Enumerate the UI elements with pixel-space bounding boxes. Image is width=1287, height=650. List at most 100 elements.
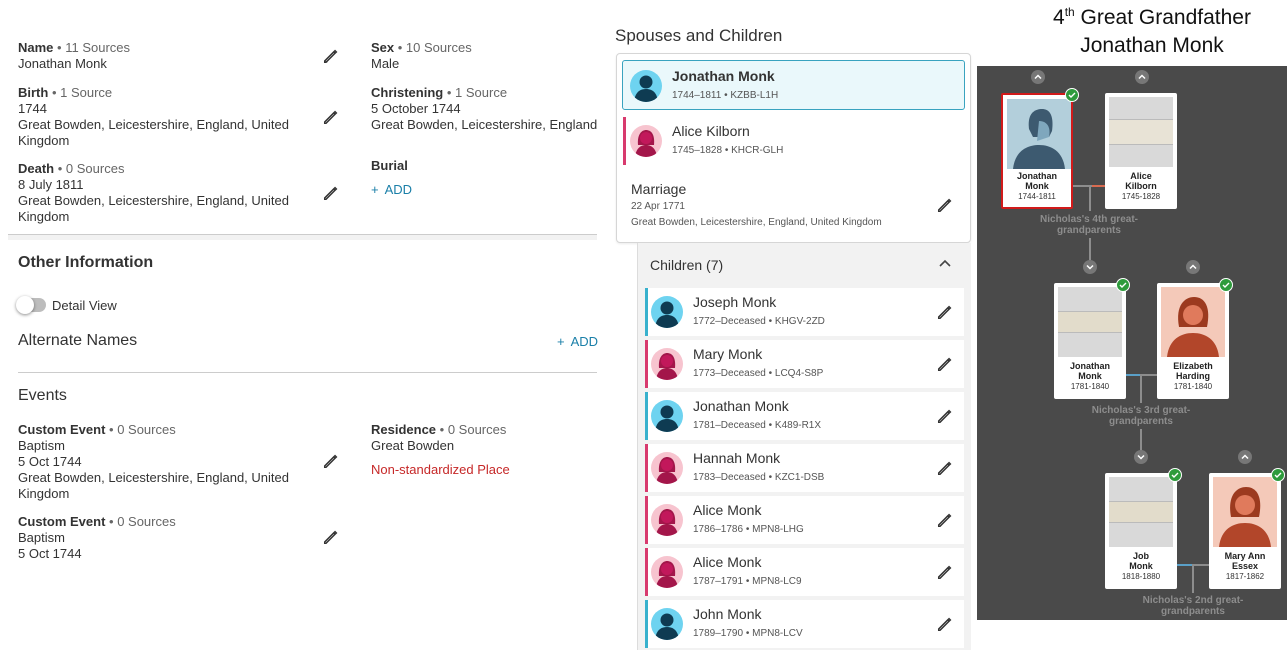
- card-first-name: Job: [1132, 551, 1149, 561]
- edit-event-1-pencil-icon[interactable]: [322, 452, 340, 470]
- collapse-down-icon[interactable]: [1134, 450, 1148, 464]
- child-name[interactable]: Joseph Monk: [693, 294, 825, 311]
- child-person[interactable]: Mary Monk 1773–Deceased • LCQ4-S8P: [651, 346, 823, 381]
- card-first-name: Elizabeth: [1173, 361, 1213, 371]
- source-count[interactable]: • 0 Sources: [440, 422, 507, 437]
- record-hint-icon[interactable]: [1116, 278, 1130, 292]
- tree-card-job-monk[interactable]: Job Monk 1818-1880: [1105, 473, 1177, 589]
- child-person[interactable]: Alice Monk 1787–1791 • MPN8-LC9: [651, 554, 802, 589]
- event-date: 5 Oct 1744: [18, 546, 82, 561]
- edit-death-pencil-icon[interactable]: [322, 184, 340, 202]
- child-person[interactable]: Alice Monk 1786–1786 • MPN8-LHG: [651, 502, 804, 537]
- child-person[interactable]: John Monk 1789–1790 • MPN8-LCV: [651, 606, 803, 641]
- event-label: Custom Event: [18, 514, 106, 529]
- child-name[interactable]: Mary Monk: [693, 346, 823, 363]
- female-indicator-bar: [645, 444, 648, 492]
- source-count[interactable]: • 0 Sources: [109, 422, 176, 437]
- card-name: Mary Ann Essex: [1209, 551, 1281, 571]
- husband-name[interactable]: Jonathan Monk: [672, 68, 778, 85]
- card-years: 1745-1828: [1121, 192, 1161, 201]
- edit-child-pencil-icon[interactable]: [936, 355, 954, 373]
- female-avatar-icon: [651, 347, 683, 380]
- child-name[interactable]: Hannah Monk: [693, 450, 824, 467]
- marriage-title: Marriage: [631, 181, 687, 197]
- generation-label-line1: Nicholas's 2nd great-: [1142, 595, 1244, 606]
- child-name[interactable]: Jonathan Monk: [693, 398, 821, 415]
- edit-child-pencil-icon[interactable]: [936, 459, 954, 477]
- collapse-chevron-up-icon[interactable]: [937, 256, 953, 272]
- children-heading[interactable]: Children (7): [650, 257, 723, 273]
- source-count[interactable]: • 1 Source: [447, 85, 507, 100]
- tree-card-jonathan-monk-1744[interactable]: Jonathan Monk 1744-1811: [1001, 93, 1073, 209]
- wife-name[interactable]: Alice Kilborn: [672, 123, 783, 140]
- child-row[interactable]: Jonathan Monk 1781–Deceased • K489-R1X: [645, 392, 964, 440]
- tree-card-jonathan-monk-1781[interactable]: Jonathan Monk 1781-1840: [1054, 283, 1126, 399]
- child-person[interactable]: Jonathan Monk 1781–Deceased • K489-R1X: [651, 398, 821, 433]
- child-name[interactable]: John Monk: [693, 606, 803, 623]
- card-years: 1781-1840: [1173, 382, 1213, 391]
- child-row[interactable]: Mary Monk 1773–Deceased • LCQ4-S8P: [645, 340, 964, 388]
- marriage-date: 22 Apr 1771: [631, 201, 685, 212]
- expand-up-icon[interactable]: [1238, 450, 1252, 464]
- record-hint-icon[interactable]: [1219, 278, 1233, 292]
- tree-card-mary-ann-essex[interactable]: Mary Ann Essex 1817-1862: [1209, 473, 1281, 589]
- source-count[interactable]: • 11 Sources: [57, 40, 130, 55]
- record-hint-icon[interactable]: [1168, 468, 1182, 482]
- add-label: ADD: [570, 334, 599, 349]
- alternate-names-heading: Alternate Names: [18, 332, 138, 349]
- add-alternate-name-link[interactable]: + ADD: [557, 334, 598, 349]
- source-count[interactable]: • 0 Sources: [58, 161, 125, 176]
- child-meta: 1786–1786 • MPN8-LHG: [693, 524, 804, 535]
- fact-date: 8 July 1811: [18, 177, 84, 192]
- record-hint-icon[interactable]: [1271, 468, 1285, 482]
- child-row[interactable]: Alice Monk 1786–1786 • MPN8-LHG: [645, 496, 964, 544]
- expand-up-icon[interactable]: [1135, 70, 1149, 84]
- tree-title: 4th Great Grandfather Jonathan Monk: [1017, 4, 1287, 60]
- edit-event-2-pencil-icon[interactable]: [322, 528, 340, 546]
- tree-card-alice-kilborn[interactable]: Alice Kilborn 1745-1828: [1105, 93, 1177, 209]
- descent-line: [1140, 429, 1142, 451]
- generation-label-line1: Nicholas's 3rd great-: [1091, 405, 1191, 416]
- event-date: 5 Oct 1744: [18, 454, 82, 469]
- tree-card-elizabeth-harding[interactable]: Elizabeth Harding 1781-1840: [1157, 283, 1229, 399]
- child-person[interactable]: Hannah Monk 1783–Deceased • KZC1-DSB: [651, 450, 824, 485]
- child-row[interactable]: Alice Monk 1787–1791 • MPN8-LC9: [645, 548, 964, 596]
- female-indicator-bar: [645, 548, 648, 596]
- wife-person[interactable]: Alice Kilborn 1745–1828 • KHCR-GLH: [630, 123, 783, 158]
- document-image-icon: [1109, 477, 1173, 547]
- female-avatar-icon: [630, 124, 662, 157]
- edit-child-pencil-icon[interactable]: [936, 303, 954, 321]
- husband-person[interactable]: Jonathan Monk 1744–1811 • KZBB-L1H: [630, 68, 778, 103]
- child-row[interactable]: Joseph Monk 1772–Deceased • KHGV-2ZD: [645, 288, 964, 336]
- card-last-name: Kilborn: [1125, 181, 1157, 191]
- source-count[interactable]: • 0 Sources: [109, 514, 176, 529]
- edit-child-pencil-icon[interactable]: [936, 563, 954, 581]
- other-information-heading: Other Information: [18, 254, 154, 271]
- child-person[interactable]: Joseph Monk 1772–Deceased • KHGV-2ZD: [651, 294, 825, 329]
- edit-name-pencil-icon[interactable]: [322, 47, 340, 65]
- husband-meta: 1744–1811 • KZBB-L1H: [672, 90, 779, 101]
- expand-up-icon[interactable]: [1031, 70, 1045, 84]
- source-count[interactable]: • 10 Sources: [398, 40, 472, 55]
- collapse-down-icon[interactable]: [1083, 260, 1097, 274]
- expand-up-icon[interactable]: [1186, 260, 1200, 274]
- edit-marriage-pencil-icon[interactable]: [936, 196, 954, 214]
- source-count[interactable]: • 1 Source: [52, 85, 112, 100]
- record-hint-icon[interactable]: [1065, 88, 1079, 102]
- child-row[interactable]: John Monk 1789–1790 • MPN8-LCV: [645, 600, 964, 648]
- card-first-name: Mary Ann: [1224, 551, 1266, 561]
- male-avatar-icon: [651, 399, 683, 432]
- edit-child-pencil-icon[interactable]: [936, 615, 954, 633]
- child-name[interactable]: Alice Monk: [693, 502, 804, 519]
- detail-view-toggle[interactable]: [16, 296, 46, 314]
- card-first-name: Alice: [1130, 171, 1152, 181]
- generation-label: Nicholas's 3rd great-grandparents: [1076, 405, 1206, 427]
- edit-birth-pencil-icon[interactable]: [322, 108, 340, 126]
- divider: [18, 372, 597, 373]
- card-name: Jonathan Monk: [1003, 171, 1071, 191]
- child-row[interactable]: Hannah Monk 1783–Deceased • KZC1-DSB: [645, 444, 964, 492]
- child-name[interactable]: Alice Monk: [693, 554, 802, 571]
- edit-child-pencil-icon[interactable]: [936, 511, 954, 529]
- edit-child-pencil-icon[interactable]: [936, 407, 954, 425]
- card-first-name: Jonathan: [1069, 361, 1110, 371]
